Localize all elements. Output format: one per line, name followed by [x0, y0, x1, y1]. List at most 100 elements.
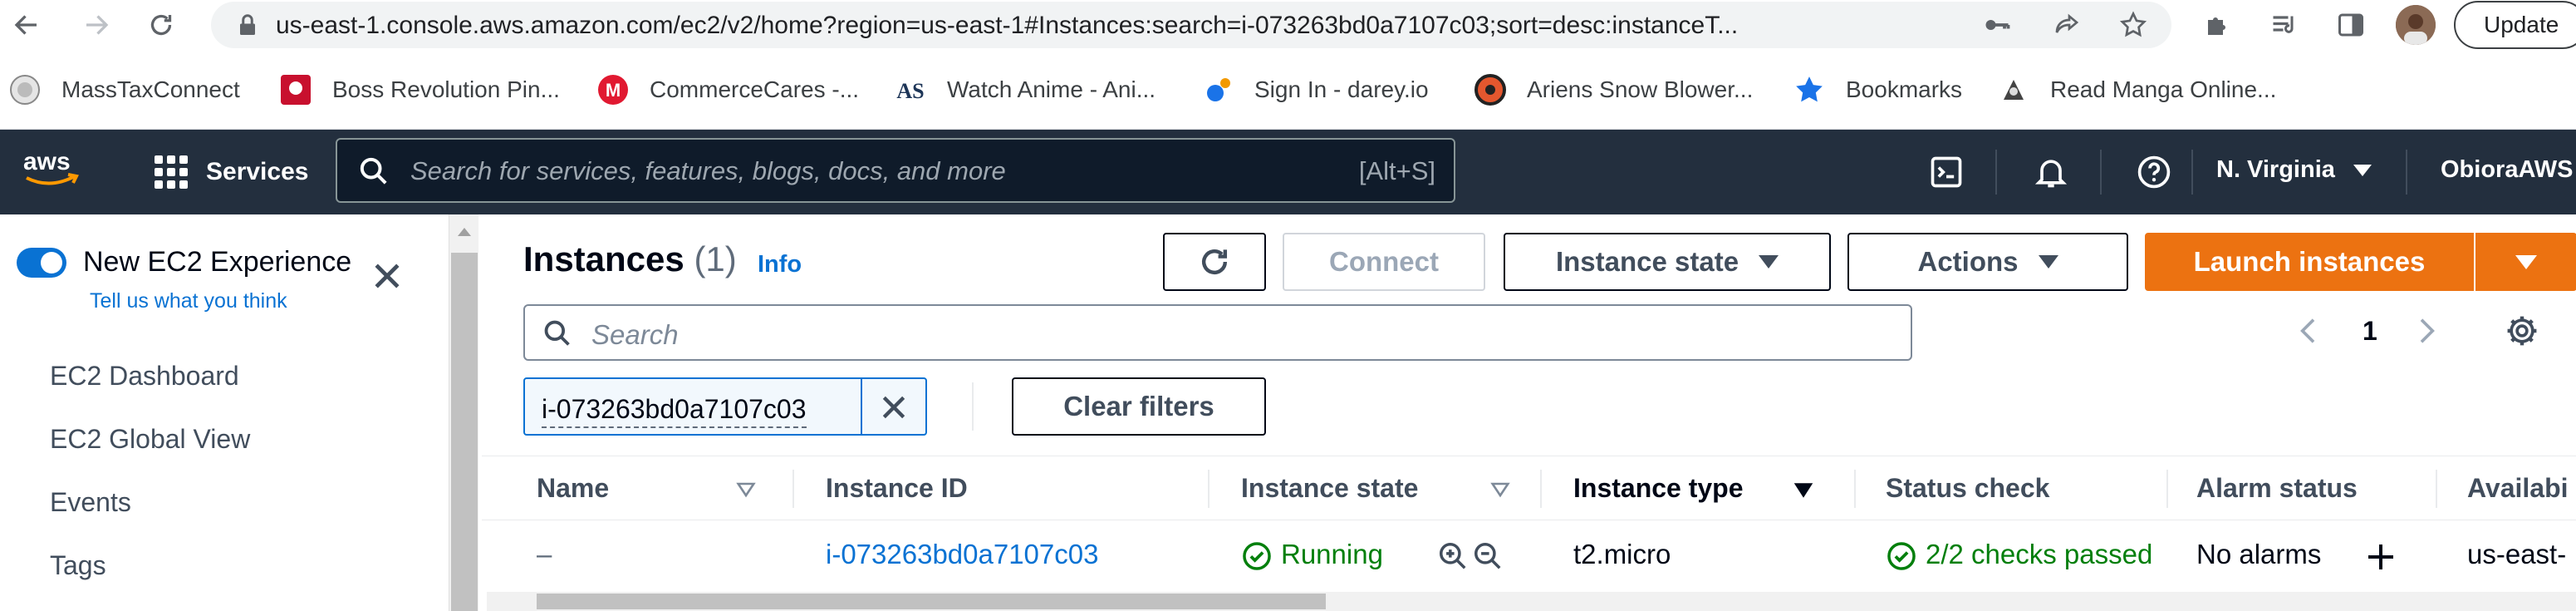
aws-logo[interactable]: aws: [20, 145, 86, 195]
forward-arrow-icon: [86, 15, 109, 35]
add-alarm-icon[interactable]: [2364, 540, 2397, 574]
sort-icon[interactable]: [1489, 478, 1512, 501]
pagination-prev-icon[interactable]: [2293, 314, 2326, 347]
address-bar[interactable]: us-east-1.console.aws.amazon.com/ec2/v2/…: [211, 2, 2171, 48]
search-placeholder: Search: [591, 319, 679, 350]
bookmark-read-manga[interactable]: Read Manga Online...: [1997, 71, 2276, 108]
cell-instance-id-link[interactable]: i-073263bd0a7107c03: [826, 539, 1098, 570]
filter-token[interactable]: i-073263bd0a7107c03: [523, 377, 927, 436]
column-header-status-check[interactable]: Status check: [1886, 473, 2049, 504]
side-panel-icon: [2338, 13, 2363, 37]
actions-dropdown[interactable]: Actions: [1847, 233, 2128, 291]
bookmark-masstaxconnect[interactable]: MassTaxConnect: [8, 71, 240, 108]
zoom-in-icon[interactable]: [1437, 540, 1469, 572]
sort-descending-icon[interactable]: [1791, 478, 1816, 503]
bookmark-label: Boss Revolution Pin...: [332, 76, 560, 102]
launch-options-dropdown[interactable]: [2475, 233, 2576, 291]
column-header-name[interactable]: Name: [537, 473, 609, 504]
region-selector[interactable]: N. Virginia: [2216, 156, 2372, 184]
sidebar-item-tags[interactable]: Tags: [50, 550, 106, 581]
sidebar-item-ec2-global-view[interactable]: EC2 Global View: [50, 424, 250, 455]
success-check-icon: [1243, 542, 1271, 570]
page-title-text: Instances: [523, 239, 684, 278]
sidebar-item-events[interactable]: Events: [50, 487, 131, 518]
scrollbar-thumb[interactable]: [537, 594, 1326, 609]
key-icon[interactable]: [1982, 10, 2012, 40]
anime-icon: AS: [894, 73, 927, 106]
token-divider: [861, 379, 862, 434]
bookmark-ariens[interactable]: Ariens Snow Blower...: [1474, 71, 1753, 108]
sort-icon[interactable]: [734, 478, 758, 501]
extensions-button[interactable]: [2198, 5, 2238, 45]
bookmark-darey[interactable]: Sign In - darey.io: [1201, 71, 1429, 108]
bookmark-label: MassTaxConnect: [61, 76, 240, 102]
bookmark-boss-revolution[interactable]: Boss Revolution Pin...: [279, 71, 560, 108]
settings-gear-icon[interactable]: [2504, 313, 2540, 349]
column-header-instance-type[interactable]: Instance type: [1573, 473, 1744, 504]
sidebar-scrollbar[interactable]: [449, 214, 478, 611]
new-experience-toggle[interactable]: [17, 248, 66, 278]
bookmark-bookmarks[interactable]: Bookmarks: [1793, 71, 1962, 108]
profile-avatar[interactable]: [2396, 5, 2436, 45]
aws-search-input[interactable]: Search for services, features, blogs, do…: [336, 138, 1455, 203]
close-icon[interactable]: [369, 258, 405, 294]
refresh-button[interactable]: [1163, 233, 1266, 291]
refresh-icon: [1201, 249, 1228, 275]
column-divider: [1540, 470, 1542, 508]
forward-button[interactable]: [76, 5, 116, 45]
notifications-button[interactable]: [2032, 153, 2070, 191]
update-button[interactable]: Update: [2454, 1, 2576, 49]
pagination-next-icon[interactable]: [2409, 314, 2442, 347]
share-icon[interactable]: [2052, 10, 2082, 40]
services-menu[interactable]: Services: [155, 151, 308, 193]
launch-instances-button[interactable]: Launch instances: [2145, 233, 2474, 291]
cloudshell-button[interactable]: [1927, 153, 1965, 191]
remove-filter-icon[interactable]: [877, 391, 910, 424]
svg-text:aws: aws: [23, 148, 71, 175]
help-icon: [2137, 155, 2171, 189]
darey-icon: [1201, 73, 1234, 106]
side-panel-button[interactable]: [2331, 5, 2371, 45]
scroll-up-arrow-icon[interactable]: [458, 228, 471, 236]
reload-button[interactable]: [141, 5, 181, 45]
lock-icon[interactable]: [233, 10, 263, 40]
bookmarks-bar: MassTaxConnect Boss Revolution Pin... M …: [0, 50, 2576, 130]
instance-count: (1): [694, 239, 737, 278]
back-arrow-icon: [14, 15, 37, 35]
browser-toolbar: us-east-1.console.aws.amazon.com/ec2/v2/…: [0, 0, 2576, 50]
account-menu[interactable]: ObioraAWS: [2441, 156, 2574, 184]
browser-window: us-east-1.console.aws.amazon.com/ec2/v2/…: [0, 0, 2576, 611]
instance-search-input[interactable]: Search: [523, 304, 1912, 361]
bookmark-watch-anime[interactable]: AS Watch Anime - Ani...: [894, 71, 1156, 108]
column-header-instance-id[interactable]: Instance ID: [826, 473, 968, 504]
column-header-alarm-status[interactable]: Alarm status: [2196, 473, 2358, 504]
back-button[interactable]: [7, 5, 47, 45]
column-header-availability-zone[interactable]: Availabi: [2467, 473, 2569, 504]
cell-status-check[interactable]: 2/2 checks passed: [1926, 539, 2152, 570]
new-experience-label: New EC2 Experience: [83, 246, 352, 278]
connect-button[interactable]: Connect: [1283, 233, 1485, 291]
region-label: N. Virginia: [2216, 156, 2335, 183]
help-button[interactable]: [2135, 153, 2173, 191]
bookmark-label: CommerceCares -...: [650, 76, 860, 102]
pagination-page-number[interactable]: 1: [2363, 316, 2377, 347]
zoom-out-icon[interactable]: [1472, 540, 1504, 572]
star-icon: [1793, 73, 1826, 106]
sidebar: New EC2 Experience Tell us what you thin…: [0, 214, 449, 611]
clear-filters-button[interactable]: Clear filters: [1012, 377, 1266, 436]
column-header-instance-state[interactable]: Instance state: [1241, 473, 1418, 504]
table-horizontal-scrollbar[interactable]: [487, 592, 2576, 611]
reading-list-button[interactable]: [2264, 5, 2304, 45]
scrollbar-thumb[interactable]: [451, 253, 478, 611]
feedback-link[interactable]: Tell us what you think: [90, 289, 287, 313]
bookmark-commercecares[interactable]: M CommerceCares -...: [596, 71, 859, 108]
search-shortcut: [Alt+S]: [1358, 156, 1435, 185]
nav-divider: [2100, 150, 2102, 195]
instance-state-dropdown[interactable]: Instance state: [1504, 233, 1831, 291]
caret-down-icon: [2038, 255, 2058, 269]
column-divider: [2166, 470, 2168, 508]
bell-icon: [2034, 160, 2068, 188]
info-link[interactable]: Info: [758, 251, 802, 278]
sidebar-item-ec2-dashboard[interactable]: EC2 Dashboard: [50, 361, 239, 392]
bookmark-star-icon[interactable]: [2118, 10, 2148, 40]
